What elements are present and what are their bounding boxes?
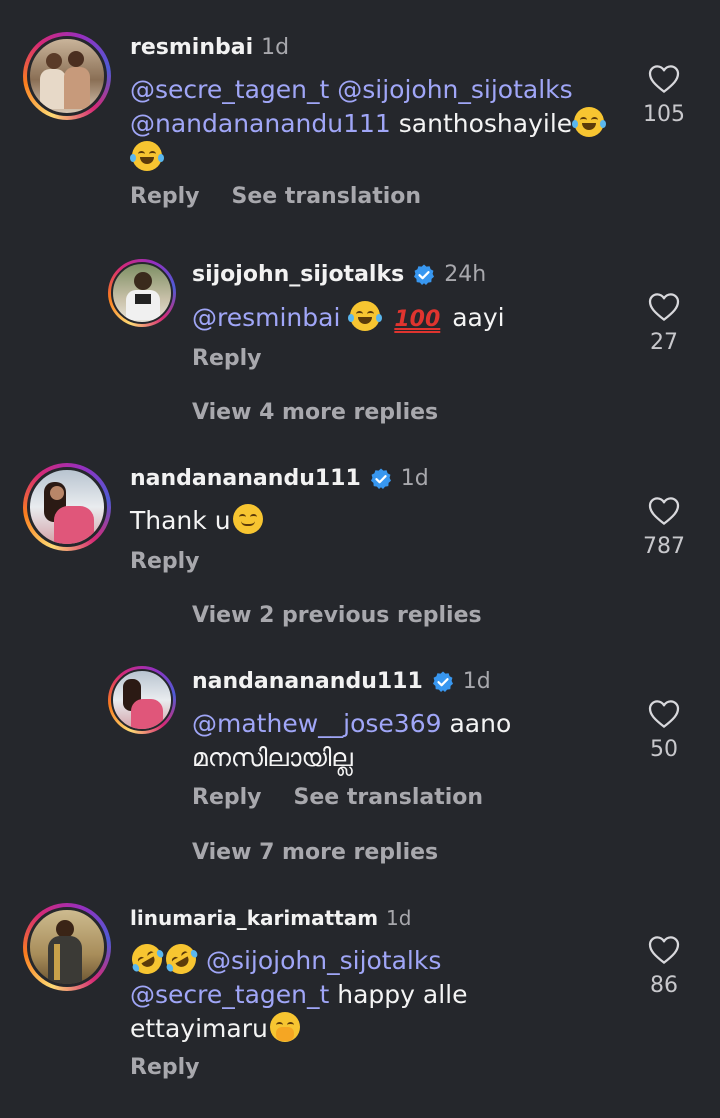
verified-badge-icon (370, 468, 391, 489)
comment-body-line3: ettayimaru (130, 1014, 268, 1043)
laughing-tears-emoji (572, 107, 607, 137)
heart-icon[interactable] (648, 935, 680, 965)
rofl-emoji (160, 938, 202, 980)
view-more-replies-button[interactable]: View 4 more replies (192, 400, 438, 425)
reply-button[interactable]: Reply (130, 184, 200, 209)
view-more-replies-button[interactable]: View 7 more replies (192, 840, 438, 865)
like-count: 105 (643, 102, 685, 127)
like-count: 27 (650, 330, 678, 355)
mention-link[interactable]: @mathew__jose369 (192, 709, 442, 738)
username[interactable]: linumaria_karimattam (130, 906, 378, 930)
comment-text: @secre_tagen_t @sijojohn_sijotalks @nand… (130, 73, 607, 175)
mention-link[interactable]: @nandananandu111 (130, 109, 391, 138)
heart-icon[interactable] (648, 699, 680, 729)
username[interactable]: resminbai (130, 35, 253, 60)
comment-body: aayi (452, 303, 505, 332)
like-control: 50 (624, 699, 704, 762)
like-count: 86 (650, 973, 678, 998)
reply-button[interactable]: Reply (130, 549, 200, 574)
avatar[interactable] (108, 259, 176, 327)
reply-button[interactable]: Reply (192, 346, 262, 371)
timestamp: 24h (444, 262, 487, 287)
mention-link[interactable]: @sijojohn_sijotalks (337, 75, 572, 104)
like-control: 105 (624, 64, 704, 127)
hundred-points-emoji: 100 (394, 307, 441, 332)
heart-icon[interactable] (648, 292, 680, 322)
username[interactable]: nandananandu111 (192, 669, 423, 694)
mention-link[interactable]: @secre_tagen_t (130, 75, 329, 104)
see-translation-button[interactable]: See translation (232, 184, 422, 209)
comment-text: Thank u (130, 504, 265, 538)
comment-body: aano (449, 709, 512, 738)
timestamp: 1d (261, 35, 290, 60)
avatar[interactable] (23, 903, 111, 991)
timestamp: 1d (386, 906, 412, 930)
username[interactable]: sijojohn_sijotalks (192, 262, 404, 287)
rofl-emoji (126, 938, 168, 980)
heart-icon[interactable] (648, 496, 680, 526)
avatar[interactable] (23, 32, 111, 120)
mention-link[interactable]: @sijojohn_sijotalks (206, 946, 441, 975)
comment-text: @sijojohn_sijotalks @secre_tagen_t happy… (126, 938, 468, 1046)
comment-text: @mathew__jose369 aano മനസിലായില്ല (192, 707, 511, 775)
comment-body-line2: മനസിലായില്ല (192, 743, 353, 772)
reply-button[interactable]: Reply (192, 785, 262, 810)
mention-link[interactable]: @secre_tagen_t (130, 980, 329, 1009)
see-translation-button[interactable]: See translation (294, 785, 484, 810)
laughing-tears-emoji (130, 141, 164, 171)
verified-badge-icon (432, 671, 453, 692)
comment-body: santhoshayile (398, 109, 573, 138)
relieved-face-emoji (232, 504, 263, 534)
like-count: 787 (643, 534, 685, 559)
like-control: 27 (624, 292, 704, 355)
avatar[interactable] (23, 463, 111, 551)
timestamp: 1d (462, 669, 491, 694)
like-control: 787 (624, 496, 704, 559)
timestamp: 1d (400, 466, 429, 491)
view-previous-replies-button[interactable]: View 2 previous replies (192, 603, 482, 628)
comment-body: happy alle (337, 980, 468, 1009)
hand-over-mouth-emoji (269, 1012, 300, 1042)
reply-button[interactable]: Reply (130, 1055, 200, 1080)
heart-icon[interactable] (648, 64, 680, 94)
avatar[interactable] (108, 666, 176, 734)
like-control: 86 (624, 935, 704, 998)
username[interactable]: nandananandu111 (130, 466, 361, 491)
mention-link[interactable]: @resminbai (192, 303, 340, 332)
comment-body: Thank u (130, 506, 231, 535)
like-count: 50 (650, 737, 678, 762)
comments-list: resminbai 1d @secre_tagen_t @sijojohn_si… (0, 0, 720, 1118)
laughing-tears-emoji (348, 301, 383, 331)
verified-badge-icon (414, 264, 435, 285)
comment-text: @resminbai 100 aayi (192, 301, 505, 337)
